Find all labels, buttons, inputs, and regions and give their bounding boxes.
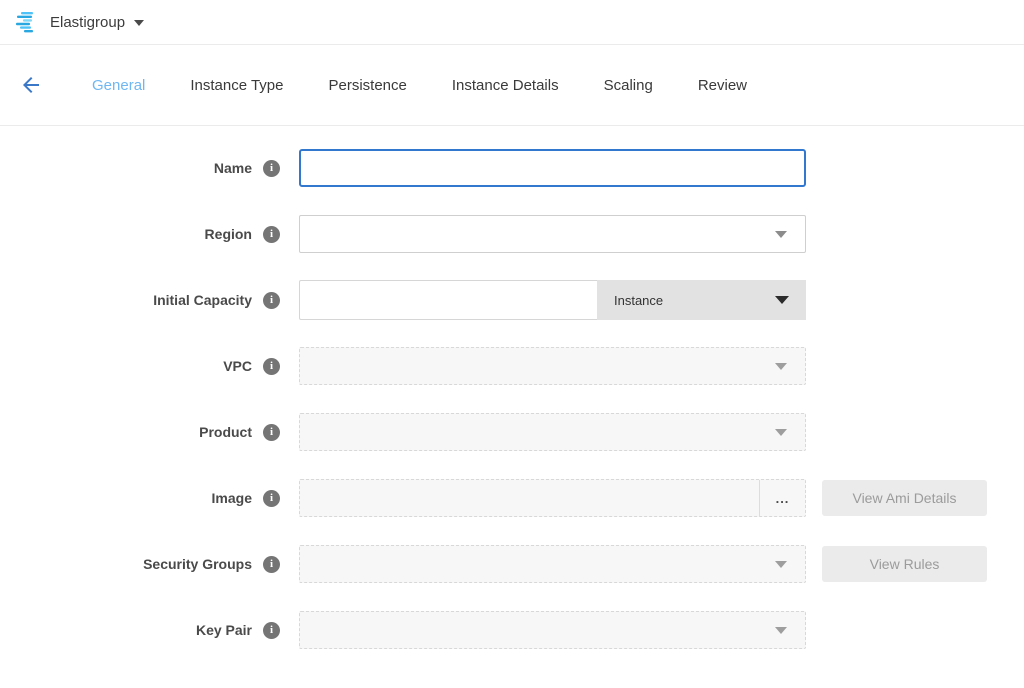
region-info-icon[interactable]: i (263, 226, 280, 243)
view-rules-button: View Rules (822, 546, 987, 582)
form-row-vpc: VPC i (0, 333, 1024, 399)
product-select-disabled (299, 413, 806, 451)
initial-capacity-label: Initial Capacity (0, 292, 252, 308)
chevron-down-icon (775, 627, 787, 634)
capacity-unit-value: Instance (614, 293, 775, 308)
image-browse-button: ... (759, 480, 805, 516)
chevron-down-icon (775, 231, 787, 238)
form-row-region: Region i (0, 201, 1024, 267)
security-groups-info-icon[interactable]: i (263, 556, 280, 573)
region-label: Region (0, 226, 252, 242)
image-picker-value (300, 480, 759, 516)
vpc-select-disabled (299, 347, 806, 385)
security-groups-select-disabled (299, 545, 806, 583)
tab-general[interactable]: General (92, 77, 145, 94)
form-row-security-groups: Security Groups i View Rules (0, 531, 1024, 597)
product-info-icon[interactable]: i (263, 424, 280, 441)
tab-instance-type[interactable]: Instance Type (190, 77, 283, 94)
vpc-label: VPC (0, 358, 252, 374)
form-row-name: Name i (0, 135, 1024, 201)
name-label: Name (0, 160, 252, 176)
image-picker-disabled: ... (299, 479, 806, 517)
initial-capacity-info-icon[interactable]: i (263, 292, 280, 309)
tab-review[interactable]: Review (698, 77, 747, 94)
chevron-down-icon (775, 561, 787, 568)
product-label: Product (0, 424, 252, 440)
name-info-icon[interactable]: i (263, 160, 280, 177)
form-row-product: Product i (0, 399, 1024, 465)
back-arrow-icon[interactable] (18, 72, 44, 98)
chevron-down-icon (775, 429, 787, 436)
top-bar: Elastigroup (0, 0, 1024, 45)
vpc-info-icon[interactable]: i (263, 358, 280, 375)
form-row-initial-capacity: Initial Capacity i Instance (0, 267, 1024, 333)
chevron-down-icon[interactable] (134, 20, 144, 26)
key-pair-select-disabled (299, 611, 806, 649)
wizard-tab-bar: General Instance Type Persistence Instan… (0, 45, 1024, 126)
tab-persistence[interactable]: Persistence (329, 77, 407, 94)
app-switcher-label[interactable]: Elastigroup (50, 14, 125, 31)
chevron-down-icon (775, 296, 789, 304)
initial-capacity-input[interactable] (299, 280, 597, 320)
key-pair-label: Key Pair (0, 622, 252, 638)
wizard-tabs: General Instance Type Persistence Instan… (92, 77, 792, 94)
general-settings-form: Name i Region i Initial Capacity i Insta… (0, 126, 1024, 663)
region-select[interactable] (299, 215, 806, 253)
form-row-key-pair: Key Pair i (0, 597, 1024, 663)
name-input[interactable] (299, 149, 806, 187)
tab-instance-details[interactable]: Instance Details (452, 77, 559, 94)
chevron-down-icon (775, 363, 787, 370)
elastigroup-logo-icon (14, 9, 40, 35)
security-groups-label: Security Groups (0, 556, 252, 572)
capacity-unit-select[interactable]: Instance (597, 280, 806, 320)
tab-scaling[interactable]: Scaling (604, 77, 653, 94)
key-pair-info-icon[interactable]: i (263, 622, 280, 639)
image-label: Image (0, 490, 252, 506)
view-ami-details-button: View Ami Details (822, 480, 987, 516)
form-row-image: Image i ... View Ami Details (0, 465, 1024, 531)
image-info-icon[interactable]: i (263, 490, 280, 507)
